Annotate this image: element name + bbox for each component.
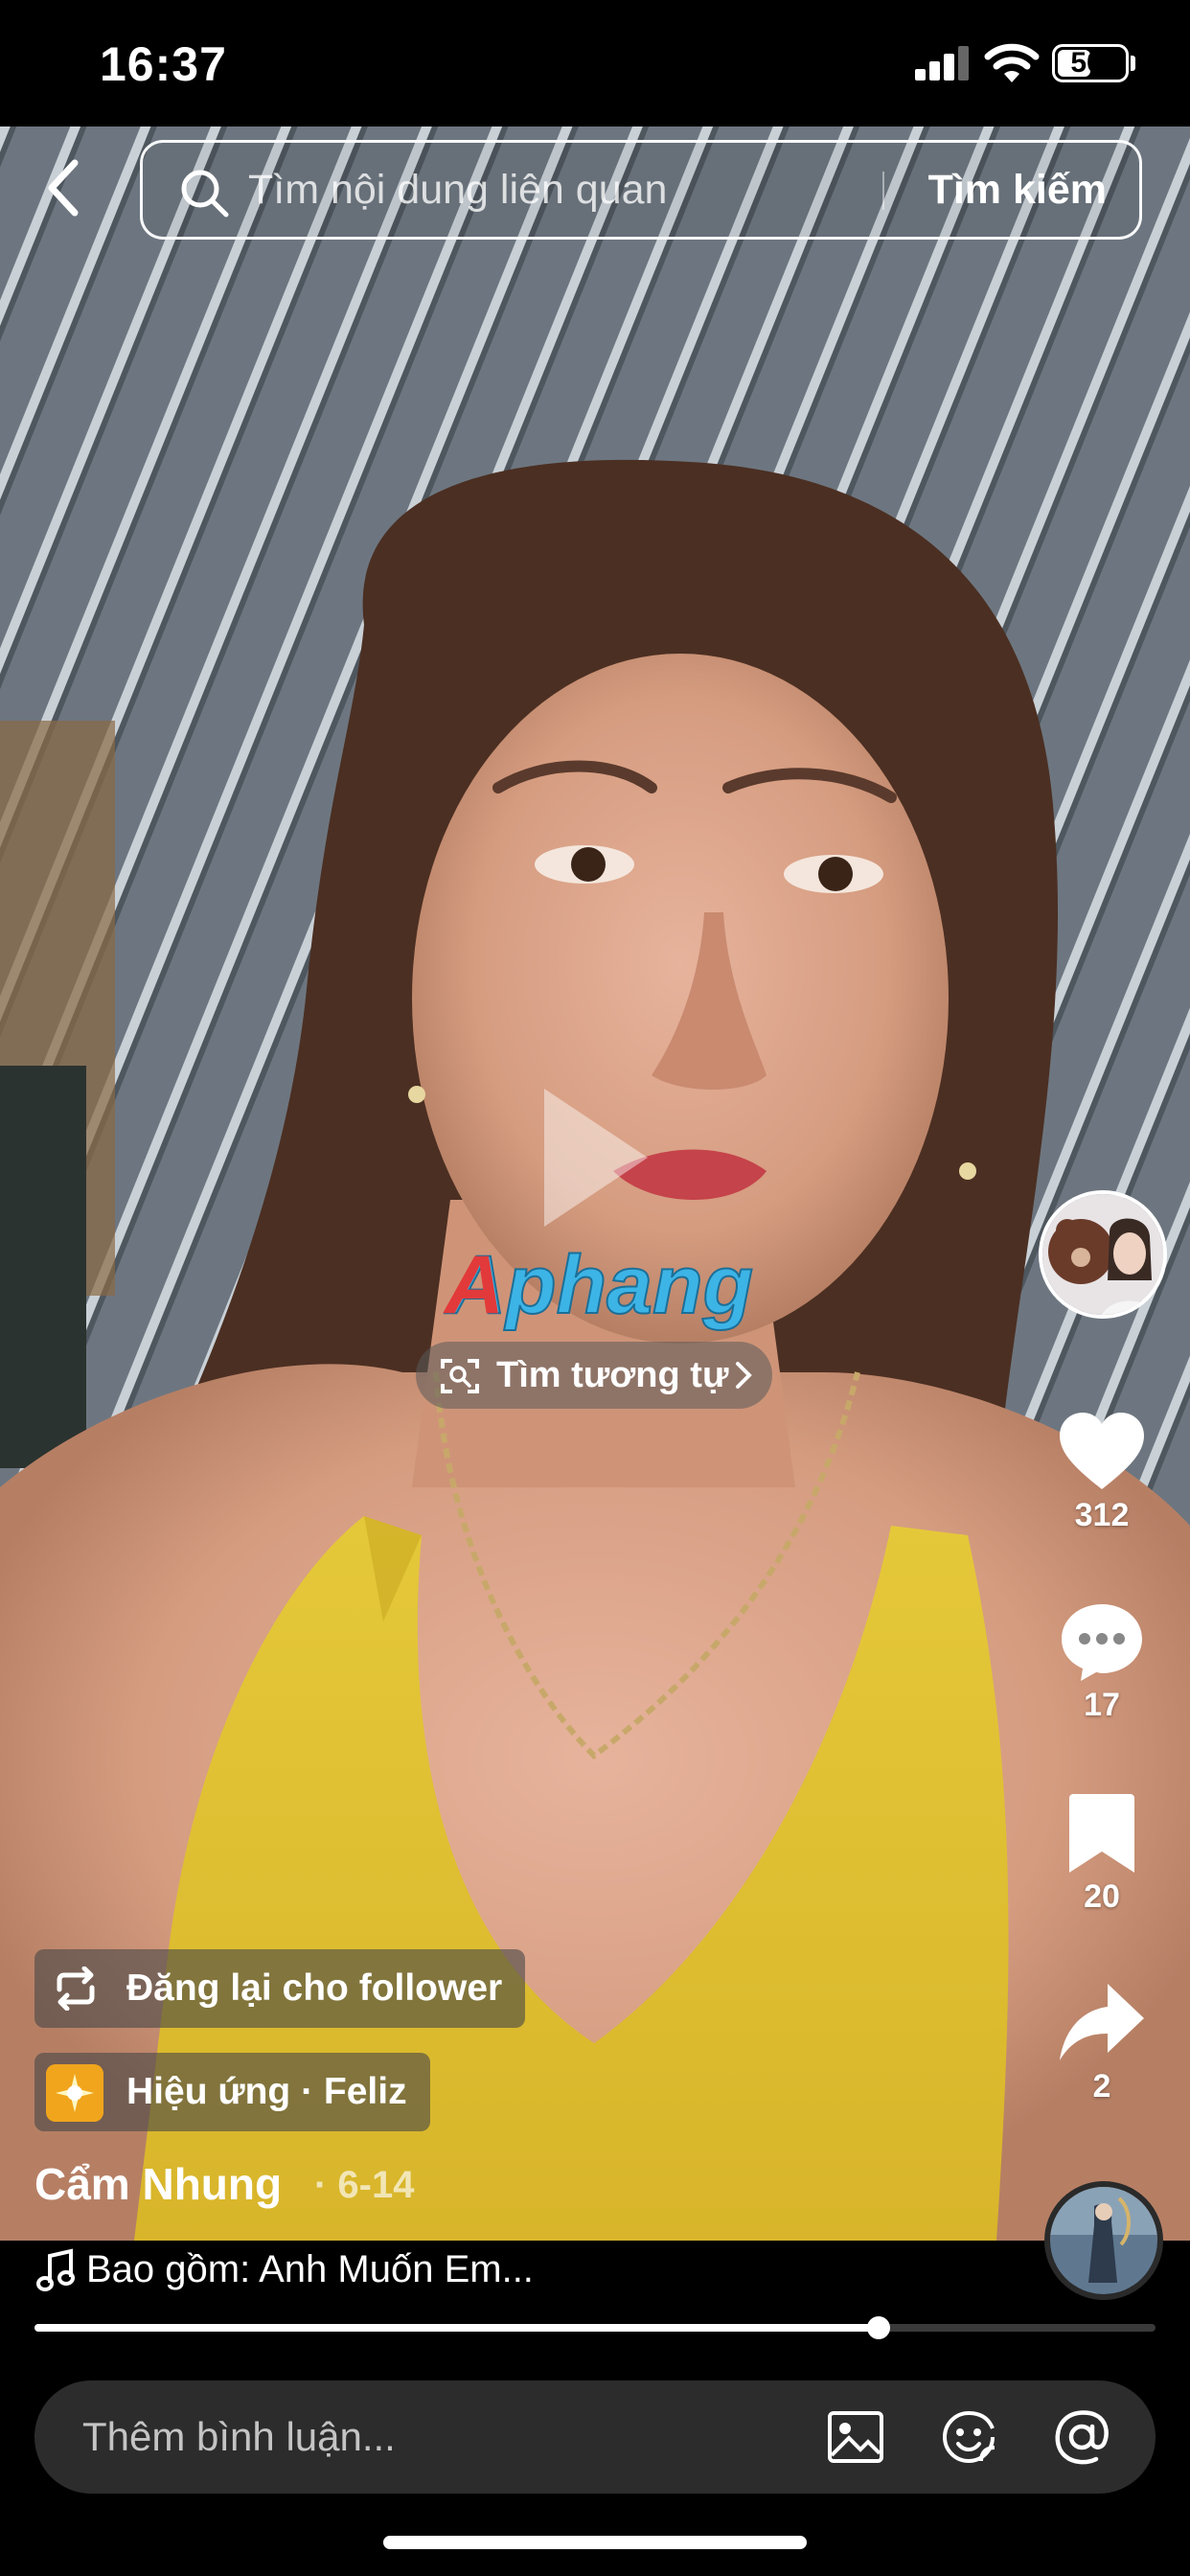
share-action[interactable]: 2 <box>1054 1980 1150 2105</box>
music-title[interactable]: Bao gồm: Anh Muốn Em... <box>86 2242 534 2296</box>
music-cover-image <box>1050 2187 1157 2294</box>
wifi-icon <box>984 43 1040 82</box>
search-divider <box>882 172 884 210</box>
search-icon <box>181 170 229 218</box>
repost-label: Đăng lại cho follower <box>126 1967 503 2009</box>
signal-icon <box>915 46 969 80</box>
search-bar[interactable]: Tìm kiếm <box>140 140 1142 240</box>
find-similar-label: Tìm tương tự <box>496 1355 729 1395</box>
music-disc[interactable] <box>1044 2181 1163 2300</box>
like-count: 312 <box>1074 1497 1130 1533</box>
battery-nub <box>1131 56 1135 71</box>
video-player[interactable]: Tìm kiếm Aphang A Tìm tương tự <box>0 126 1190 2241</box>
save-count: 20 <box>1084 1878 1120 1915</box>
search-button[interactable]: Tìm kiếm <box>928 143 1107 237</box>
save-action[interactable]: 20 <box>1054 1790 1150 1916</box>
status-bar: 16:37 50 <box>0 0 1190 126</box>
status-time: 16:37 <box>100 37 227 91</box>
comment-bar[interactable] <box>34 2380 1156 2494</box>
svg-text:A: A <box>443 1239 504 1331</box>
comment-icon <box>1062 1604 1142 1681</box>
emoji-icon[interactable] <box>939 2407 998 2467</box>
repost-icon <box>57 1966 95 2011</box>
effect-label: Hiệu ứng · Feliz <box>126 2071 407 2112</box>
bookmark-icon <box>1069 1794 1134 1873</box>
like-action[interactable]: 312 <box>1054 1409 1150 1534</box>
comment-input[interactable] <box>82 2380 811 2494</box>
repost-chip[interactable]: Đăng lại cho follower <box>34 1949 526 2028</box>
image-icon[interactable] <box>826 2407 885 2467</box>
scan-icon <box>441 1359 479 1393</box>
home-indicator[interactable] <box>383 2536 807 2549</box>
comment-action[interactable]: 17 <box>1054 1598 1150 1724</box>
author-name[interactable]: Cẩm Nhung <box>34 2158 282 2210</box>
play-icon[interactable] <box>529 1081 653 1234</box>
progress-fill <box>34 2324 879 2332</box>
search-input[interactable] <box>248 143 1005 237</box>
playback-progress[interactable] <box>34 2316 1156 2339</box>
battery-icon: 50 <box>1052 44 1129 82</box>
effect-chip[interactable]: Hiệu ứng · Feliz <box>34 2053 430 2131</box>
music-note-icon <box>36 2248 75 2291</box>
post-date: · 6-14 <box>314 2164 415 2206</box>
battery-percent: 50 <box>1070 47 1103 79</box>
watermark-logo: Aphang A <box>443 1238 754 1332</box>
back-button[interactable] <box>36 153 90 222</box>
share-count: 2 <box>1092 2068 1111 2104</box>
mention-icon[interactable] <box>1052 2407 1111 2467</box>
chevron-right-icon <box>736 1362 752 1389</box>
find-similar-chip[interactable]: Tìm tương tự <box>416 1342 772 1409</box>
creator-avatar[interactable] <box>1039 1190 1167 1319</box>
progress-knob[interactable] <box>867 2316 890 2339</box>
heart-icon <box>1060 1413 1144 1489</box>
share-icon <box>1060 1984 1144 2060</box>
effect-sparkle-icon <box>46 2064 103 2122</box>
comment-count: 17 <box>1084 1687 1120 1723</box>
